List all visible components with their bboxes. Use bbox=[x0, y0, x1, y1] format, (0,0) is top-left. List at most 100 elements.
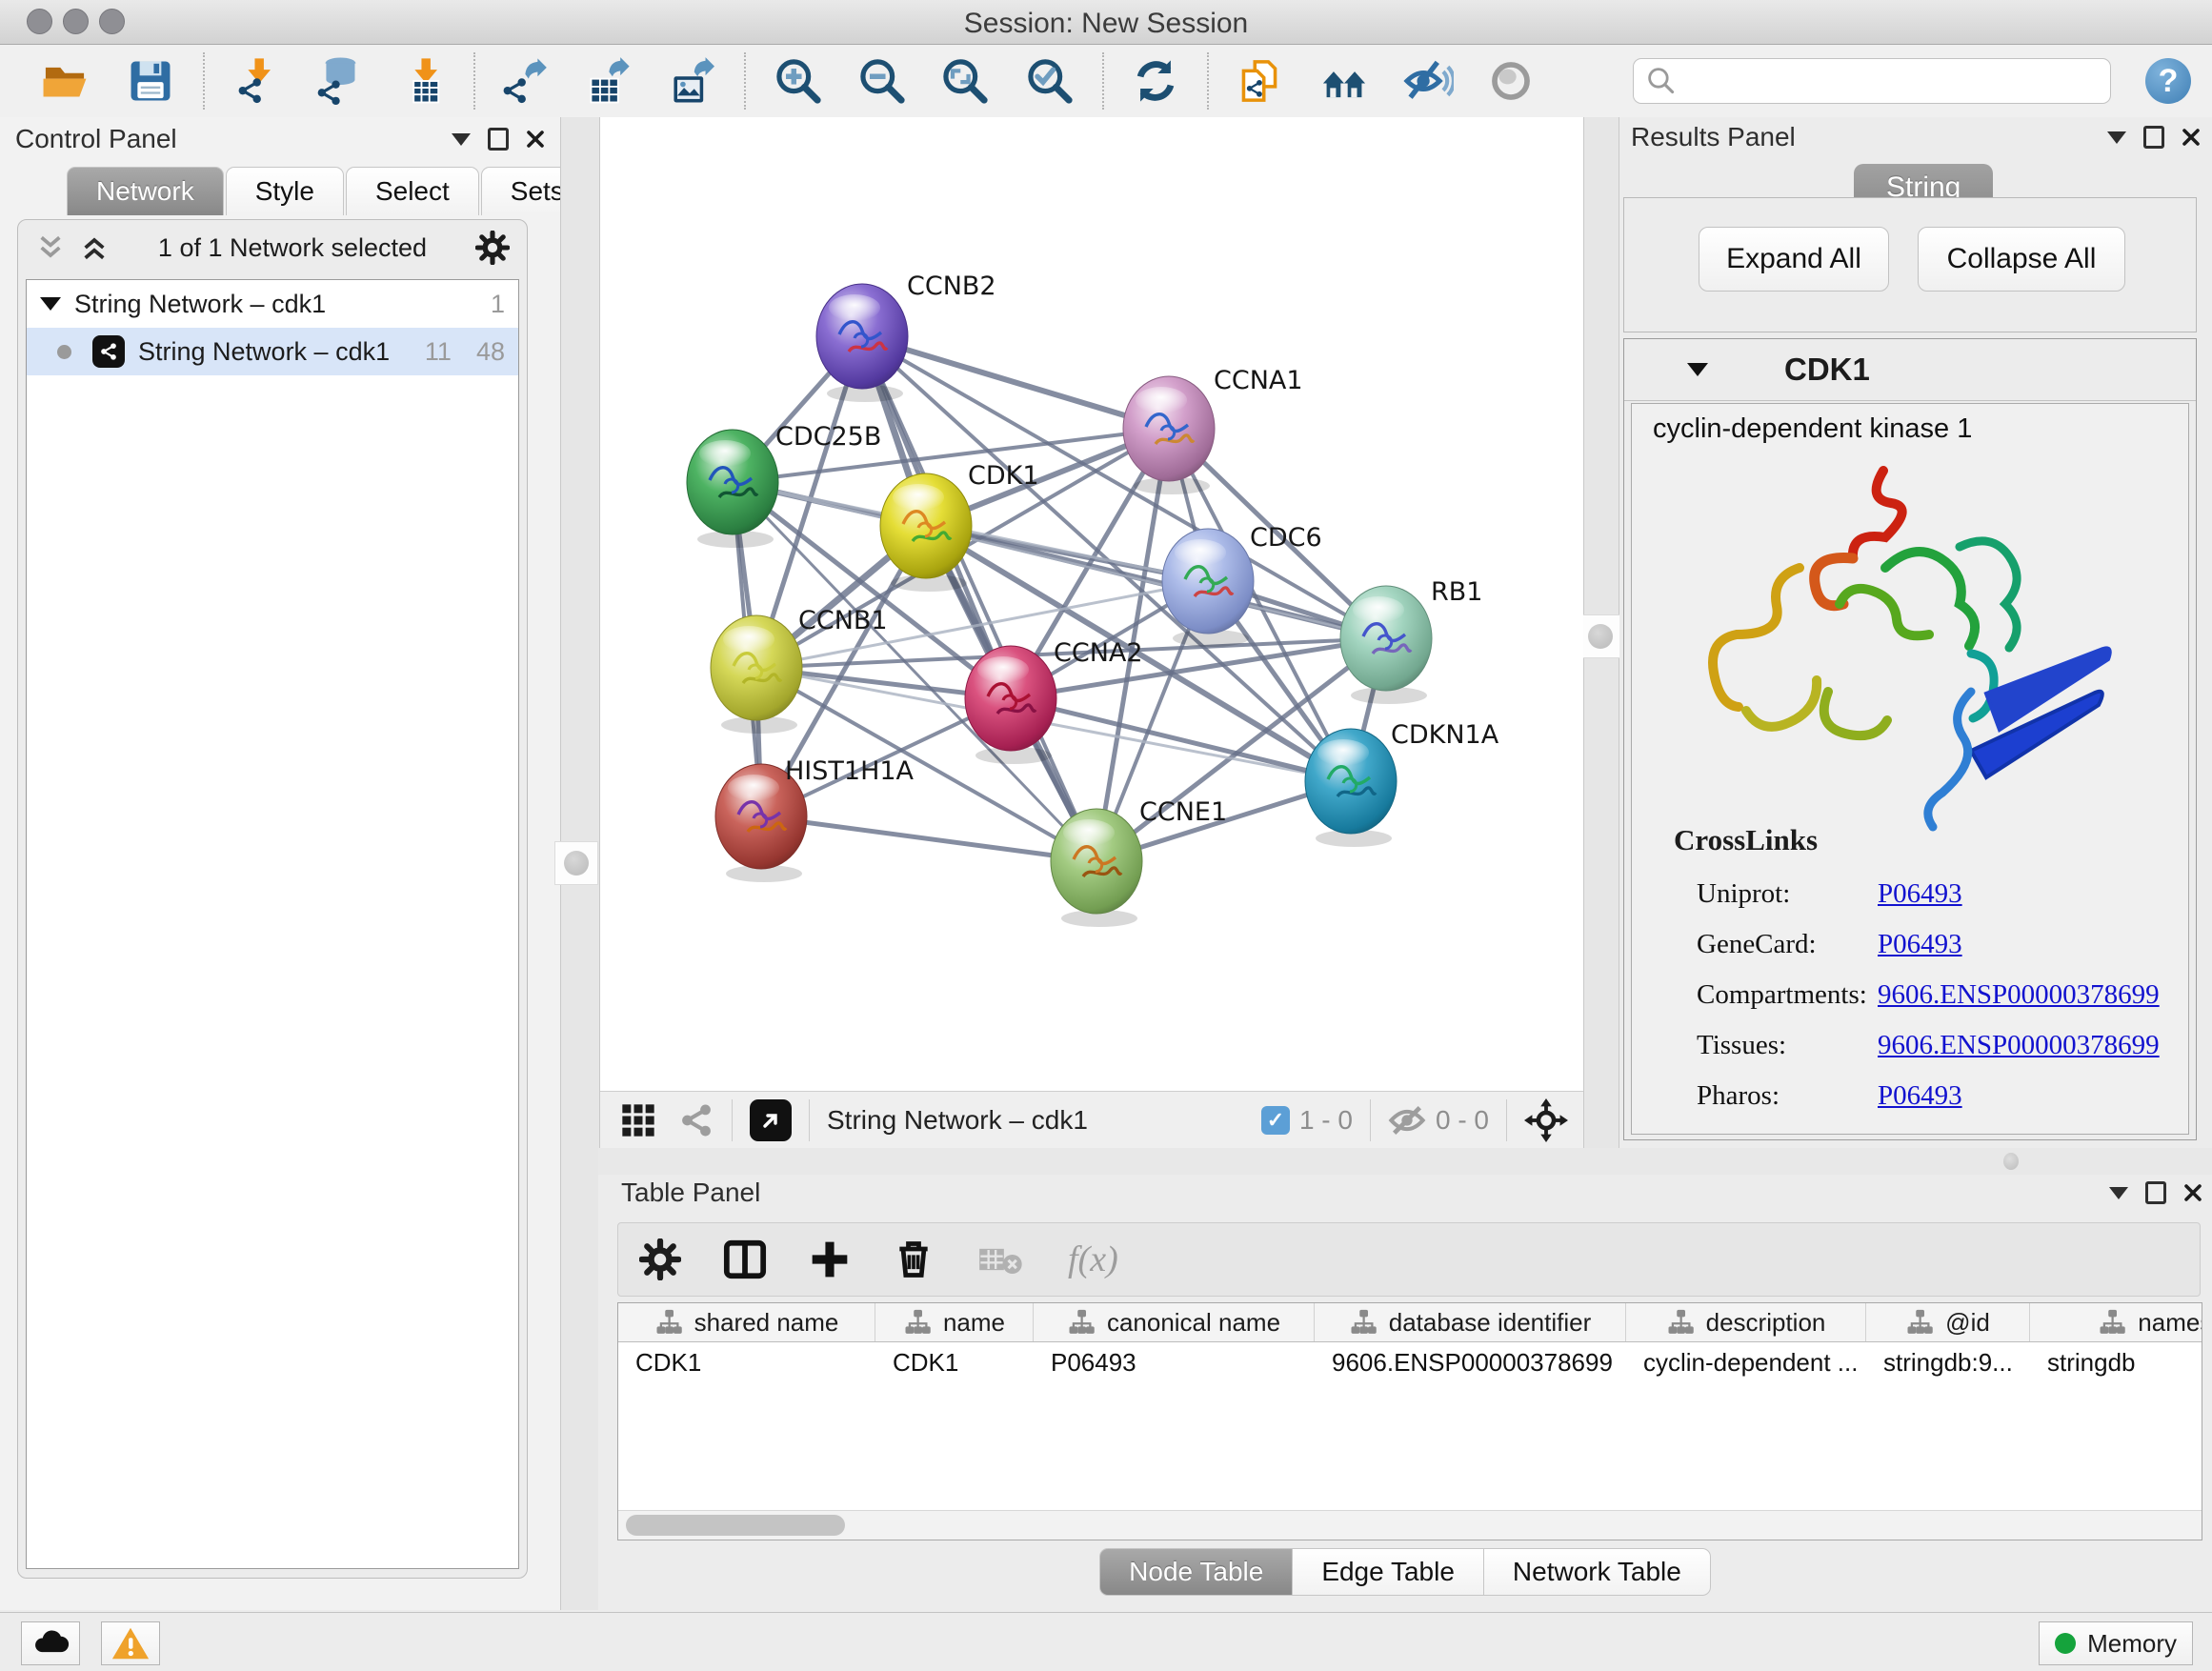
zoom-in-button[interactable] bbox=[770, 52, 827, 110]
node-CCNE1[interactable] bbox=[1051, 809, 1142, 927]
collapse-panel-icon[interactable] bbox=[452, 133, 471, 146]
table-cell[interactable]: CDK1 bbox=[618, 1348, 875, 1378]
close-panel-icon[interactable] bbox=[2183, 1183, 2202, 1202]
edge-CCNB2-CCNA1[interactable] bbox=[862, 336, 1169, 429]
help-button[interactable]: ? bbox=[2145, 58, 2191, 104]
node-table[interactable]: shared namenamecanonical namedatabase id… bbox=[617, 1302, 2202, 1540]
open-session-button[interactable] bbox=[36, 52, 93, 110]
horizontal-scrollbar[interactable] bbox=[618, 1510, 2202, 1540]
node-CCNB1[interactable] bbox=[711, 615, 802, 734]
close-panel-icon[interactable] bbox=[526, 130, 545, 149]
grid-view-icon[interactable] bbox=[619, 1101, 657, 1139]
group-nodes-button[interactable] bbox=[1316, 52, 1373, 110]
edge-HIST1H1A-CCNE1[interactable] bbox=[761, 816, 1096, 861]
horizontal-splitter-handle[interactable] bbox=[2003, 1153, 2019, 1170]
crosslink-link[interactable]: P06493 bbox=[1878, 878, 1962, 910]
node-CCNA1[interactable] bbox=[1123, 376, 1215, 494]
table-cell[interactable]: stringdb bbox=[2030, 1348, 2202, 1378]
node-CCNA2[interactable] bbox=[965, 646, 1056, 764]
table-cell[interactable]: stringdb:9... bbox=[1866, 1348, 2030, 1378]
tab-edge-table[interactable]: Edge Table bbox=[1292, 1548, 1483, 1596]
table-options-gear-icon[interactable] bbox=[639, 1238, 681, 1280]
column-header--id[interactable]: @id bbox=[1866, 1303, 2030, 1341]
hidden-eye-slash-icon[interactable] bbox=[1388, 1101, 1426, 1139]
column-header-name[interactable]: name bbox=[875, 1303, 1034, 1341]
collapse-panel-icon[interactable] bbox=[2109, 1187, 2128, 1199]
crosslink-link[interactable]: 9606.ENSP00000378699 bbox=[1878, 979, 2160, 1011]
network-collection-row[interactable]: String Network – cdk1 1 bbox=[27, 280, 518, 328]
warning-status-button[interactable] bbox=[101, 1621, 160, 1665]
selected-nodes-checkbox[interactable]: ✓ bbox=[1261, 1106, 1290, 1135]
tab-style[interactable]: Style bbox=[226, 167, 344, 215]
gear-icon[interactable] bbox=[475, 231, 510, 265]
chevrons-double-down-icon[interactable] bbox=[35, 232, 66, 263]
tab-network-table[interactable]: Network Table bbox=[1483, 1548, 1711, 1596]
import-table-button[interactable] bbox=[396, 52, 453, 110]
hide-selected-button[interactable] bbox=[1399, 52, 1457, 110]
birdseye-toggle-button[interactable] bbox=[750, 1099, 792, 1141]
export-table-button[interactable] bbox=[578, 52, 635, 110]
collapse-all-button[interactable]: Collapse All bbox=[1918, 227, 2125, 292]
column-header-canonical-name[interactable]: canonical name bbox=[1034, 1303, 1315, 1341]
search-input[interactable] bbox=[1678, 61, 2110, 101]
entry-collapse-icon[interactable] bbox=[1687, 363, 1708, 376]
export-network-button[interactable] bbox=[494, 52, 552, 110]
add-column-plus-icon[interactable] bbox=[809, 1238, 851, 1280]
cloud-status-button[interactable] bbox=[21, 1621, 80, 1665]
table-row[interactable]: CDK1CDK1P064939606.ENSP00000378699cyclin… bbox=[618, 1342, 2202, 1382]
delete-column-trash-icon[interactable] bbox=[893, 1238, 935, 1280]
show-all-button[interactable] bbox=[1482, 52, 1539, 110]
close-panel-icon[interactable] bbox=[2182, 128, 2201, 147]
gene-entry-header[interactable]: CDK1 bbox=[1624, 339, 2196, 401]
column-header-shared-name[interactable]: shared name bbox=[618, 1303, 875, 1341]
tab-network[interactable]: Network bbox=[67, 167, 224, 215]
column-header-description[interactable]: description bbox=[1626, 1303, 1866, 1341]
table-cell[interactable]: 9606.ENSP00000378699 bbox=[1315, 1348, 1626, 1378]
tab-node-table[interactable]: Node Table bbox=[1099, 1548, 1292, 1596]
zoom-fit-button[interactable] bbox=[936, 52, 994, 110]
table-cell[interactable]: cyclin-dependent ... bbox=[1626, 1348, 1866, 1378]
node-CCNB2[interactable] bbox=[816, 284, 908, 402]
float-panel-icon[interactable] bbox=[2145, 1181, 2166, 1204]
network-canvas[interactable]: CCNB2CCNA1CDC25BCDK1CDC6RB1CCNB1CCNA2CDK… bbox=[600, 117, 1583, 1091]
memory-button[interactable]: Memory bbox=[2039, 1621, 2193, 1665]
clone-network-button[interactable] bbox=[1231, 52, 1288, 110]
expand-all-button[interactable]: Expand All bbox=[1699, 227, 1889, 292]
chevrons-double-up-icon[interactable] bbox=[79, 232, 110, 263]
pan-crosshair-icon[interactable] bbox=[1524, 1098, 1568, 1142]
refresh-view-button[interactable] bbox=[1127, 52, 1184, 110]
zoom-selected-button[interactable] bbox=[1021, 52, 1078, 110]
node-label-CDC6: CDC6 bbox=[1250, 523, 1322, 553]
float-panel-icon[interactable] bbox=[2143, 126, 2164, 149]
import-network-file-button[interactable] bbox=[230, 52, 287, 110]
tree-expand-icon[interactable] bbox=[40, 297, 61, 311]
column-header-namespace[interactable]: namespace bbox=[2030, 1303, 2202, 1341]
string-network-graph[interactable]: CCNB2CCNA1CDC25BCDK1CDC6RB1CCNB1CCNA2CDK… bbox=[600, 117, 1583, 1091]
save-session-button[interactable] bbox=[122, 52, 179, 110]
node-CDKN1A[interactable] bbox=[1305, 729, 1397, 847]
share-gray-icon[interactable] bbox=[678, 1102, 714, 1138]
node-CDC25B[interactable] bbox=[687, 430, 778, 548]
tab-select[interactable]: Select bbox=[346, 167, 479, 215]
node-label-RB1: RB1 bbox=[1431, 577, 1482, 607]
zoom-out-button[interactable] bbox=[854, 52, 911, 110]
collapse-panel-icon[interactable] bbox=[2107, 131, 2126, 144]
crosslink-link[interactable]: 9606.ENSP00000378699 bbox=[1878, 1030, 2160, 1061]
scrollbar-thumb[interactable] bbox=[626, 1515, 845, 1536]
table-cell[interactable]: CDK1 bbox=[875, 1348, 1034, 1378]
database-icon bbox=[312, 55, 364, 107]
right-splitter-handle[interactable] bbox=[1579, 614, 1622, 658]
export-image-button[interactable] bbox=[661, 52, 718, 110]
column-header-database-identifier[interactable]: database identifier bbox=[1315, 1303, 1626, 1341]
network-row[interactable]: String Network – cdk1 11 48 bbox=[27, 328, 518, 375]
left-splitter[interactable] bbox=[560, 117, 600, 1610]
left-splitter-handle[interactable] bbox=[554, 841, 598, 885]
float-panel-icon[interactable] bbox=[488, 128, 509, 151]
node-RB1[interactable] bbox=[1340, 586, 1432, 704]
show-columns-icon[interactable] bbox=[723, 1238, 767, 1281]
crosslink-link[interactable]: P06493 bbox=[1878, 929, 1962, 960]
table-cell[interactable]: P06493 bbox=[1034, 1348, 1315, 1378]
horizontal-splitter[interactable] bbox=[598, 1148, 2212, 1175]
crosslink-link[interactable]: P06493 bbox=[1878, 1080, 1962, 1112]
import-network-database-button[interactable] bbox=[310, 52, 367, 110]
